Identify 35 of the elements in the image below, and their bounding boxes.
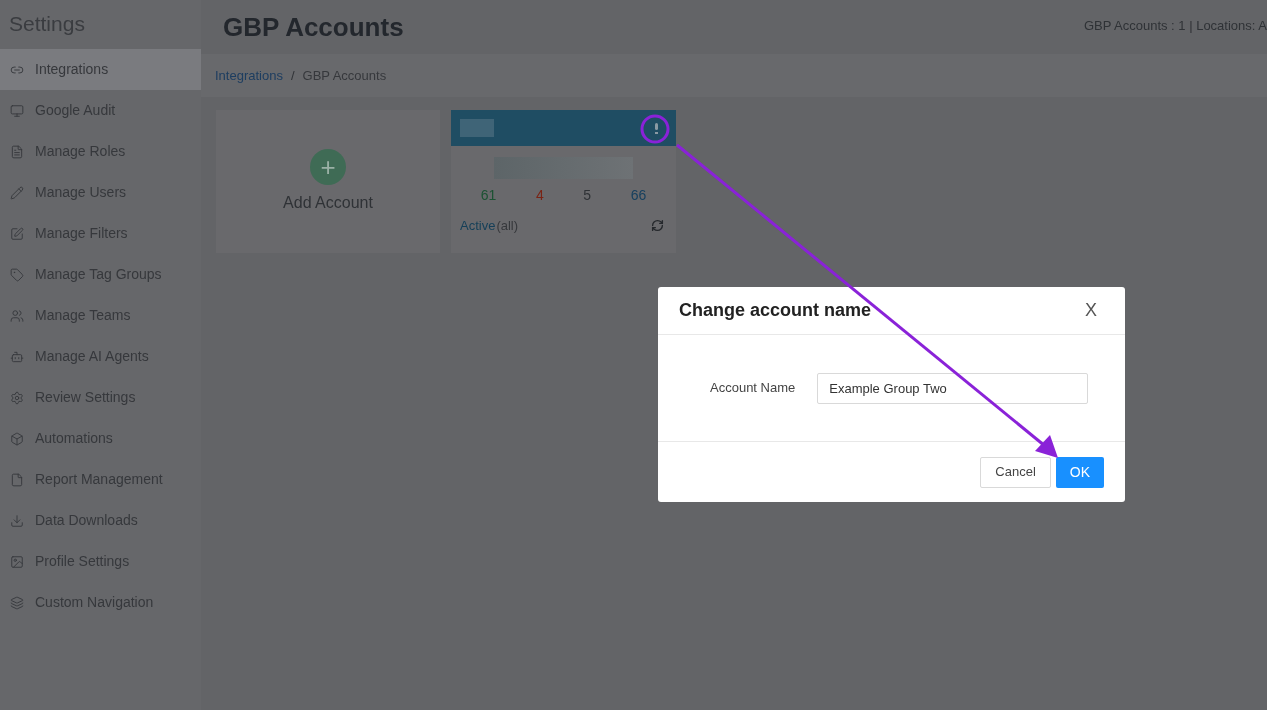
stat-value: 4 [535,186,544,205]
document-icon [10,144,24,159]
tag-icon [10,267,24,282]
alert-icon[interactable] [655,122,658,134]
close-button[interactable]: X [1085,297,1097,324]
download-icon [10,513,24,528]
add-account-card[interactable]: + Add Account [216,110,440,253]
layers-icon [10,595,24,610]
refresh-icon[interactable] [651,219,664,233]
blurred-text [460,119,494,137]
page-title: GBP Accounts [223,10,404,44]
stat-value: 5 [583,186,592,205]
ok-button[interactable]: OK [1055,456,1104,488]
users-icon [10,308,24,323]
file-icon [10,472,24,487]
add-account-label: Add Account [283,192,373,213]
gear-icon [10,390,24,405]
cube-icon [10,431,24,446]
account-name-field[interactable]: Example Group Two [817,372,1089,404]
dialog-title: Change account name [679,299,872,322]
add-icon: + [310,148,346,185]
breadcrumb-link[interactable]: Integrations [215,65,283,86]
robot-icon [10,349,24,364]
monitor-icon [10,103,24,118]
image-icon [10,554,24,569]
sidebar-item[interactable]: Integrations [0,49,201,90]
status-link[interactable]: Active [460,216,496,236]
edit-icon [10,226,24,241]
field-label: Account Name [710,379,796,398]
pencil-icon [10,185,24,200]
highlight-circle [640,114,670,144]
stat-value: 66 [630,186,647,205]
breadcrumb-separator: / [290,66,295,85]
cancel-button[interactable]: Cancel [980,456,1051,488]
stat-value: 61 [480,186,497,205]
